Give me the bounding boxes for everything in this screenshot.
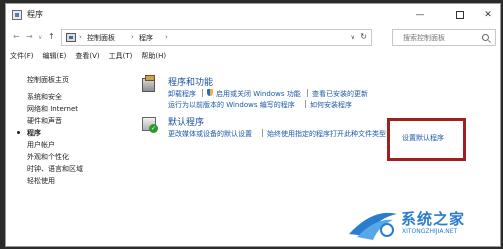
menu-file[interactable]: 文件(F)	[10, 49, 34, 63]
file-type-association-link[interactable]: 始终使用指定的程序打开此种文件类型	[267, 129, 386, 139]
address-field[interactable]: › 控制面板 › 程序 › ∨ ↻	[61, 29, 372, 46]
how-to-install-link[interactable]: 如何安装程序	[310, 100, 352, 110]
sidebar-item-ease-of-access[interactable]: 轻松使用	[27, 176, 55, 186]
maximize-button[interactable]	[446, 6, 474, 24]
minimize-button[interactable]: —	[406, 6, 434, 24]
windows-features-link[interactable]: 启用或关闭 Windows 功能	[216, 89, 301, 99]
sidebar-item-user-accounts[interactable]: 用户帐户	[27, 140, 55, 150]
link-divider	[307, 89, 308, 97]
sidebar-item-hardware-sound[interactable]: 硬件和声音	[27, 116, 62, 126]
forward-button[interactable]: →	[26, 32, 33, 41]
search-input[interactable]: 搜索控制面板	[392, 29, 496, 46]
window-title: 程序	[27, 10, 43, 19]
programs-icon[interactable]	[141, 75, 159, 93]
refresh-icon[interactable]: ↻	[360, 32, 367, 41]
watermark-url: XITONGZHIJIA.NET	[402, 228, 458, 235]
watermark-brand: 系统之家	[401, 210, 466, 228]
sidebar-item-programs[interactable]: 程序	[27, 128, 41, 138]
link-divider	[305, 100, 306, 108]
sidebar-item-clock-language[interactable]: 时钟、语言和区域	[27, 164, 83, 174]
recent-locations-button[interactable]: ∨	[38, 34, 42, 41]
search-placeholder: 搜索控制面板	[403, 34, 445, 42]
default-programs-icon[interactable]: ✓	[141, 115, 159, 133]
link-divider	[262, 129, 263, 137]
address-dropdown-icon[interactable]: ∨	[351, 34, 355, 41]
media-device-defaults-link[interactable]: 更改媒体或设备的默认设置	[168, 129, 252, 139]
maximize-icon	[456, 11, 464, 19]
sidebar-item-network[interactable]: 网络和 Internet	[27, 104, 78, 114]
breadcrumb-separator[interactable]: ›	[165, 33, 168, 41]
address-bar: ← → ∨ ↑ › 控制面板 › 程序 › ∨ ↻ 搜索控制面板	[6, 27, 500, 48]
default-programs-link[interactable]: 默认程序	[168, 115, 204, 128]
up-button[interactable]: ↑	[48, 32, 55, 41]
back-button[interactable]: ←	[13, 32, 20, 41]
installed-updates-link[interactable]: 查看已安装的更新	[312, 89, 368, 99]
menu-bar: 文件(F) 编辑(E) 查看(V) 工具(T) 帮助(H)	[6, 49, 500, 63]
title-bar: 程序 — ✕	[6, 4, 500, 26]
control-panel-icon	[66, 33, 76, 42]
highlight-annotation-box: 设置默认程序	[387, 118, 466, 161]
search-icon[interactable]	[482, 34, 489, 41]
uninstall-program-link[interactable]: 卸载程序	[168, 89, 196, 99]
compatibility-link[interactable]: 运行为以前版本的 Windows 编写的程序	[168, 100, 295, 110]
current-item-bullet	[17, 131, 20, 134]
control-panel-icon	[12, 10, 22, 20]
shield-icon	[207, 89, 213, 96]
sidebar-item-system-security[interactable]: 系统和安全	[27, 92, 62, 102]
sidebar-item-home[interactable]: 控制面板主页	[27, 75, 69, 85]
set-default-programs-link[interactable]: 设置默认程序	[402, 133, 444, 143]
breadcrumb-programs[interactable]: 程序	[139, 33, 153, 43]
menu-help[interactable]: 帮助(H)	[141, 49, 166, 63]
sidebar-item-appearance[interactable]: 外观和个性化	[27, 152, 69, 162]
watermark-logo-icon	[349, 212, 397, 240]
menu-edit[interactable]: 编辑(E)	[43, 49, 67, 63]
menu-tools[interactable]: 工具(T)	[109, 49, 133, 63]
breadcrumb-separator[interactable]: ›	[131, 33, 134, 41]
link-divider	[202, 89, 203, 97]
menu-view[interactable]: 查看(V)	[75, 49, 99, 63]
breadcrumb-separator[interactable]: ›	[79, 33, 82, 41]
sidebar: 控制面板主页 系统和安全 网络和 Internet 硬件和声音 程序 用户帐户 …	[6, 66, 124, 206]
breadcrumb-control-panel[interactable]: 控制面板	[87, 33, 115, 43]
close-button[interactable]: ✕	[474, 6, 500, 24]
control-panel-window: 程序 — ✕ ← → ∨ ↑ › 控制面板 › 程序 › ∨ ↻ 搜索控制面板 …	[5, 3, 501, 247]
programs-and-features-link[interactable]: 程序和功能	[168, 75, 213, 88]
watermark: 系统之家 XITONGZHIJIA.NET	[343, 202, 500, 246]
